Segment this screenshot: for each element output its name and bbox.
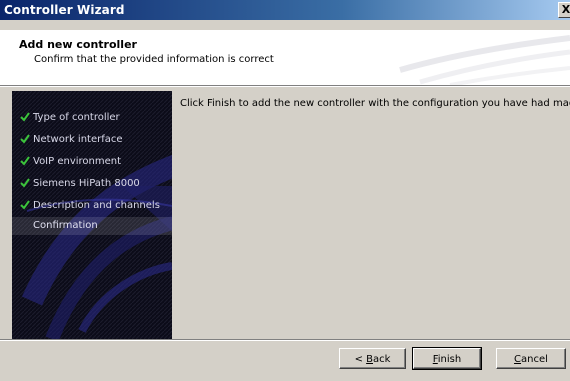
step-type-of-controller: Type of controller	[12, 109, 172, 127]
finish-button[interactable]: Finish	[412, 347, 482, 370]
back-button-mnemonic: B	[366, 354, 373, 365]
finish-button-label: inish	[437, 354, 462, 365]
checkmark-icon	[20, 200, 30, 210]
confirmation-message: Click Finish to add the new controller w…	[180, 98, 570, 109]
close-icon[interactable]: X	[558, 2, 570, 18]
back-button-prefix: <	[354, 354, 367, 365]
step-voip-environment: VoIP environment	[12, 153, 172, 171]
step-network-interface: Network interface	[12, 131, 172, 149]
back-button[interactable]: < Back	[339, 348, 406, 369]
step-label: Type of controller	[33, 112, 120, 123]
header-separator	[0, 85, 570, 87]
page-subtitle: Confirm that the provided information is…	[34, 54, 274, 65]
header-decoration	[399, 35, 570, 85]
step-description-and-channels: Description and channels	[12, 197, 172, 215]
step-label: Description and channels	[33, 200, 160, 211]
step-confirmation: Confirmation	[12, 217, 172, 235]
step-label: Confirmation	[33, 220, 98, 231]
page-title: Add new controller	[19, 38, 137, 51]
window-title: Controller Wizard	[4, 3, 125, 17]
controller-wizard-window: Controller Wizard X Add new controller C…	[0, 0, 570, 381]
cancel-button-label: ancel	[521, 354, 548, 365]
checkmark-icon	[20, 178, 30, 188]
footer-separator	[0, 339, 570, 341]
wizard-steps-panel: Type of controller Network interface VoI…	[12, 91, 172, 339]
checkmark-icon	[20, 112, 30, 122]
title-bar[interactable]: Controller Wizard X	[0, 0, 570, 20]
step-label: VoIP environment	[33, 156, 122, 167]
checkmark-icon	[20, 134, 30, 144]
sidebar-background-graphic	[12, 91, 172, 339]
cancel-button[interactable]: Cancel	[496, 348, 566, 369]
wizard-header: Add new controller Confirm that the prov…	[0, 30, 570, 85]
step-label: Siemens HiPath 8000	[33, 178, 140, 189]
back-button-label: ack	[373, 354, 391, 365]
checkmark-icon	[20, 156, 30, 166]
step-siemens-hipath-8000: Siemens HiPath 8000	[12, 175, 172, 193]
cancel-button-mnemonic: C	[514, 354, 522, 365]
step-label: Network interface	[33, 134, 123, 145]
